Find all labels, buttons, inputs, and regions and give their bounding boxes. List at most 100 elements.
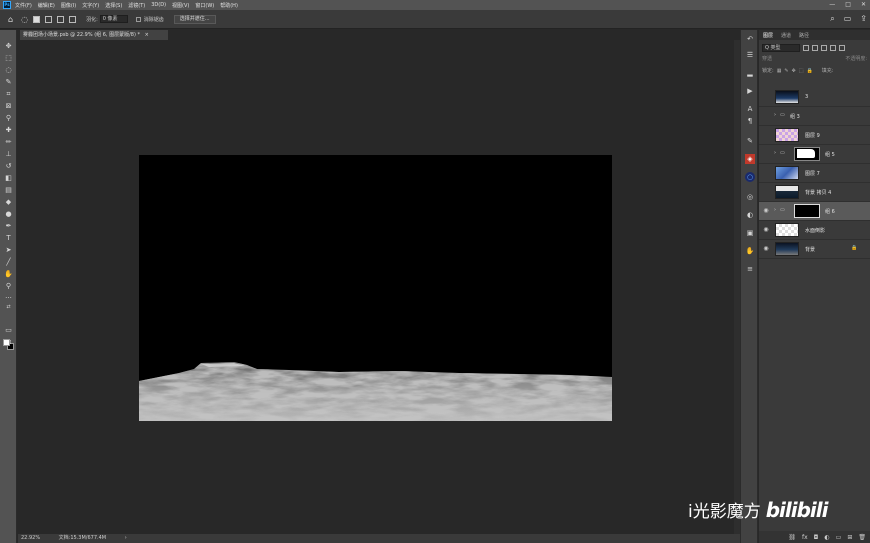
layer-row[interactable]: ◉ 背景 🔒	[759, 240, 870, 259]
adjustment-filter-icon[interactable]	[812, 44, 818, 51]
hand-tool-icon[interactable]: ✋	[4, 270, 13, 279]
folder-icon[interactable]: ▭	[836, 534, 842, 541]
zoom-level[interactable]: 22.92%	[21, 535, 40, 541]
clone-stamp-tool-icon[interactable]: ⊥	[4, 150, 13, 159]
intersect-selection-icon[interactable]	[69, 15, 77, 23]
crop-tool-icon[interactable]: ⌗	[4, 90, 13, 99]
history-icon[interactable]: ↶	[745, 34, 755, 44]
foreground-color-swatch[interactable]	[3, 339, 10, 346]
channels-icon[interactable]: ≡	[745, 264, 755, 274]
lock-artboard-icon[interactable]: ⬚	[799, 68, 804, 74]
trash-icon[interactable]: 🗑	[858, 534, 866, 541]
path-select-tool-icon[interactable]: ➤	[4, 246, 13, 255]
layer-name[interactable]: 3	[805, 94, 808, 100]
swatches-icon[interactable]: ○	[745, 172, 755, 182]
dodge-tool-icon[interactable]: ●	[4, 210, 13, 219]
blend-mode-select[interactable]: 穿透	[762, 55, 772, 64]
visibility-icon[interactable]: ◉	[762, 245, 770, 252]
character-icon[interactable]: A	[745, 104, 755, 114]
lasso-tool-preset-icon[interactable]: ◌	[21, 15, 28, 24]
menu-view[interactable]: 视图(V)	[172, 2, 189, 9]
layer-name[interactable]: 水面倒影	[805, 227, 825, 234]
layer-row[interactable]: 图层 9	[759, 126, 870, 145]
type-tool-icon[interactable]: T	[4, 234, 13, 243]
document-canvas[interactable]	[139, 155, 612, 421]
marquee-tool-icon[interactable]: ⬚	[4, 54, 13, 63]
tab-layers[interactable]: 图层	[759, 32, 777, 39]
quick-mask-icon[interactable]: ▭	[4, 326, 13, 335]
mask-icon[interactable]: ◘	[814, 534, 819, 541]
more-tools-icon[interactable]: ···	[4, 294, 13, 303]
menu-help[interactable]: 帮助(H)	[220, 2, 238, 9]
eraser-tool-icon[interactable]: ◧	[4, 174, 13, 183]
layer-mask-thumbnail[interactable]	[794, 147, 820, 161]
eyedropper-tool-icon[interactable]: ⚲	[4, 114, 13, 123]
histogram-icon[interactable]: ▂	[745, 68, 755, 78]
feather-input[interactable]: 0 像素	[99, 15, 128, 23]
expand-chevron-icon[interactable]: ›	[774, 207, 776, 213]
shape-filter-icon[interactable]	[830, 44, 836, 51]
move-tool-icon[interactable]: ✥	[4, 42, 13, 51]
lasso-tool-icon[interactable]: ◌	[4, 66, 13, 75]
history-brush-tool-icon[interactable]: ↺	[4, 162, 13, 171]
layer-row-selected[interactable]: ◉ › ▭ 组 6	[759, 202, 870, 221]
quick-select-tool-icon[interactable]: ✎	[4, 78, 13, 87]
swap-colors-icon[interactable]: ⇄	[4, 303, 13, 312]
menu-window[interactable]: 窗口(W)	[195, 2, 214, 9]
layer-name[interactable]: 图层 7	[805, 170, 820, 177]
close-document-icon[interactable]: ×	[145, 32, 149, 38]
lock-pixels-icon[interactable]: ▦	[777, 68, 782, 74]
tab-paths[interactable]: 路径	[795, 32, 813, 39]
select-and-mask-button[interactable]: 选择并遮住...	[173, 14, 216, 24]
zoom-tool-icon[interactable]: ⚲	[4, 282, 13, 291]
menu-select[interactable]: 选择(S)	[105, 2, 122, 9]
layer-name[interactable]: 图层 9	[805, 132, 820, 139]
menu-filter[interactable]: 滤镜(T)	[128, 2, 145, 9]
pixel-filter-icon[interactable]	[803, 44, 809, 51]
actions-icon[interactable]: ▶	[745, 86, 755, 96]
layer-mask-thumbnail[interactable]	[794, 204, 820, 218]
new-layer-icon[interactable]: ⊞	[847, 534, 852, 541]
brushes-icon[interactable]: ✎	[745, 136, 755, 146]
fx-icon[interactable]: fx	[802, 534, 808, 541]
properties-icon[interactable]: ☰	[745, 50, 755, 60]
color-icon[interactable]: ◈	[745, 154, 755, 164]
layer-name[interactable]: 组 3	[790, 113, 800, 120]
share-icon[interactable]: ⇪	[860, 14, 867, 24]
minimize-button[interactable]: —	[829, 1, 835, 8]
lock-position-icon[interactable]: ✥	[792, 68, 796, 74]
maximize-button[interactable]: □	[845, 1, 851, 8]
new-selection-icon[interactable]	[33, 15, 41, 23]
status-menu-arrow[interactable]: ›	[125, 535, 127, 541]
lock-brush-icon[interactable]: ✎	[784, 68, 788, 74]
visibility-icon[interactable]: ◉	[762, 226, 770, 233]
document-tab[interactable]: 雾霾团场小场景.psb @ 22.9% (组 6, 图层蒙版/8) * ×	[20, 30, 168, 40]
layer-row[interactable]: 图层 7	[759, 164, 870, 183]
paragraph-icon[interactable]: ¶	[745, 116, 755, 126]
layer-name[interactable]: 组 5	[825, 151, 835, 158]
menu-3d[interactable]: 3D(D)	[151, 2, 166, 8]
link-icon[interactable]: ⛓	[788, 534, 796, 541]
home-icon[interactable]: ⌂	[8, 15, 13, 24]
pen-tool-icon[interactable]: ✒	[4, 222, 13, 231]
search-icon[interactable]: ⌕	[830, 14, 834, 24]
menu-image[interactable]: 图像(I)	[61, 2, 76, 9]
menu-type[interactable]: 文字(Y)	[82, 2, 99, 9]
workspace-icon[interactable]: ▭	[844, 14, 852, 24]
hand-icon[interactable]: ✋	[745, 246, 755, 256]
photoshop-logo[interactable]: Ps	[3, 1, 11, 9]
layer-name[interactable]: 组 6	[825, 208, 835, 215]
layer-row[interactable]: 背景 拷贝 4	[759, 183, 870, 202]
adjustment-icon[interactable]: ◐	[824, 534, 829, 541]
add-selection-icon[interactable]	[45, 15, 53, 23]
subtract-selection-icon[interactable]	[57, 15, 65, 23]
layer-row[interactable]: › ▭ 组 5	[759, 145, 870, 164]
frame-tool-icon[interactable]: ⊠	[4, 102, 13, 111]
antialias-checkbox[interactable]	[135, 16, 141, 22]
brush-tool-icon[interactable]: ✏	[4, 138, 13, 147]
type-filter-icon[interactable]	[821, 44, 827, 51]
menu-edit[interactable]: 编辑(E)	[38, 2, 55, 9]
line-tool-icon[interactable]: ╱	[4, 258, 13, 267]
visibility-icon[interactable]: ◉	[762, 207, 770, 214]
expand-chevron-icon[interactable]: ›	[774, 150, 776, 156]
